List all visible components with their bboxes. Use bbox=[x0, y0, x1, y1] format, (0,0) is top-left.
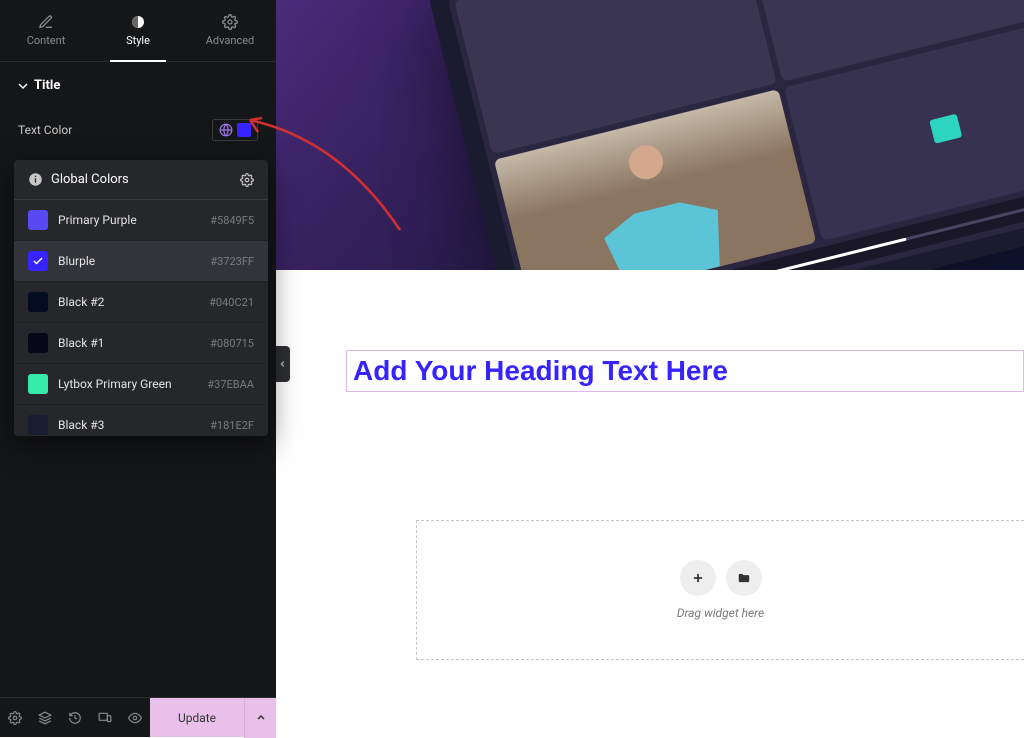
drop-hint-text: Drag widget here bbox=[677, 606, 764, 620]
heading-text: Add Your Heading Text Here bbox=[353, 355, 728, 386]
section-heading: Title bbox=[34, 78, 60, 93]
text-color-label: Text Color bbox=[18, 123, 72, 137]
color-swatch bbox=[28, 292, 48, 312]
pencil-icon bbox=[38, 14, 54, 30]
color-item[interactable]: Blurple #3723FF bbox=[14, 241, 268, 282]
heading-widget[interactable]: Add Your Heading Text Here bbox=[346, 350, 1024, 392]
update-button[interactable]: Update bbox=[150, 698, 244, 737]
color-hex: #37EBAA bbox=[207, 378, 254, 391]
color-swatch bbox=[28, 415, 48, 435]
color-swatch bbox=[28, 251, 48, 271]
current-color-swatch bbox=[237, 123, 251, 137]
badge-icon bbox=[929, 114, 962, 144]
footer-bar: Update bbox=[0, 697, 276, 737]
color-name: Black #3 bbox=[58, 418, 200, 432]
navigator-button[interactable] bbox=[30, 698, 60, 738]
layers-icon bbox=[38, 711, 52, 725]
update-label: Update bbox=[178, 711, 216, 725]
empty-section-drop-zone[interactable]: Drag widget here bbox=[416, 520, 1024, 660]
folder-icon bbox=[737, 571, 751, 585]
color-item[interactable]: Lytbox Primary Green #37EBAA bbox=[14, 364, 268, 405]
drop-actions bbox=[680, 560, 762, 596]
info-icon bbox=[28, 172, 43, 187]
color-name: Lytbox Primary Green bbox=[58, 377, 197, 391]
editor-canvas: 40:54 / 1:04:20 Add Your Heading Text He… bbox=[276, 0, 1024, 697]
style-icon bbox=[130, 14, 146, 30]
color-item[interactable]: Black #3 #181E2F bbox=[14, 405, 268, 436]
chevron-up-icon bbox=[256, 713, 266, 723]
hero-section[interactable]: 40:54 / 1:04:20 bbox=[276, 0, 1024, 270]
gear-icon bbox=[8, 711, 22, 725]
add-widget-button[interactable] bbox=[680, 560, 716, 596]
color-item[interactable]: Primary Purple #5849F5 bbox=[14, 200, 268, 241]
footer-icons bbox=[0, 698, 150, 737]
tab-label: Style bbox=[126, 34, 150, 47]
panel-collapse-handle[interactable] bbox=[276, 346, 290, 382]
gear-icon[interactable] bbox=[240, 173, 254, 187]
color-swatch bbox=[28, 210, 48, 230]
gear-icon bbox=[222, 14, 238, 30]
color-item[interactable]: Black #2 #040C21 bbox=[14, 282, 268, 323]
global-colors-popover: Global Colors Primary Purple #5849F5 Blurp… bbox=[14, 160, 268, 436]
devices-icon bbox=[98, 711, 112, 725]
history-icon bbox=[68, 711, 82, 725]
tab-content[interactable]: Content bbox=[0, 0, 92, 61]
color-hex: #3723FF bbox=[210, 255, 254, 268]
check-icon bbox=[32, 255, 44, 267]
preview-button[interactable] bbox=[120, 698, 150, 738]
tab-style[interactable]: Style bbox=[92, 0, 184, 61]
color-swatch bbox=[28, 374, 48, 394]
color-name: Black #2 bbox=[58, 295, 199, 309]
color-swatch bbox=[28, 333, 48, 353]
plus-icon bbox=[691, 571, 705, 585]
chevron-left-icon bbox=[279, 360, 287, 368]
color-name: Primary Purple bbox=[58, 213, 200, 227]
update-options-button[interactable] bbox=[244, 698, 276, 738]
settings-button[interactable] bbox=[0, 698, 30, 738]
globe-icon bbox=[219, 123, 233, 137]
tab-advanced[interactable]: Advanced bbox=[184, 0, 276, 61]
eye-icon bbox=[128, 711, 142, 725]
color-hex: #181E2F bbox=[210, 419, 254, 432]
text-color-row: Text Color bbox=[0, 115, 276, 155]
color-picker-button[interactable] bbox=[212, 119, 258, 141]
color-item[interactable]: Black #1 #080715 bbox=[14, 323, 268, 364]
color-list[interactable]: Primary Purple #5849F5 Blurple #3723FF Black… bbox=[14, 200, 268, 436]
panel-tabs: Content Style Advanced bbox=[0, 0, 276, 62]
color-hex: #5849F5 bbox=[210, 214, 254, 227]
history-button[interactable] bbox=[60, 698, 90, 738]
caret-down-icon bbox=[18, 81, 28, 91]
color-name: Black #1 bbox=[58, 336, 200, 350]
tablet-screen: 40:54 / 1:04:20 bbox=[447, 0, 1024, 270]
color-hex: #040C21 bbox=[209, 296, 254, 309]
color-hex: #080715 bbox=[210, 337, 254, 350]
tab-label: Advanced bbox=[206, 34, 254, 47]
tab-label: Content bbox=[27, 34, 66, 47]
section-title: Title bbox=[0, 62, 276, 115]
popover-title: Global Colors bbox=[51, 172, 129, 187]
tablet-mockup: 40:54 / 1:04:20 bbox=[425, 0, 1024, 270]
section-toggle[interactable]: Title bbox=[18, 78, 258, 93]
responsive-button[interactable] bbox=[90, 698, 120, 738]
color-name: Blurple bbox=[58, 254, 200, 268]
popover-header: Global Colors bbox=[14, 160, 268, 200]
add-template-button[interactable] bbox=[726, 560, 762, 596]
